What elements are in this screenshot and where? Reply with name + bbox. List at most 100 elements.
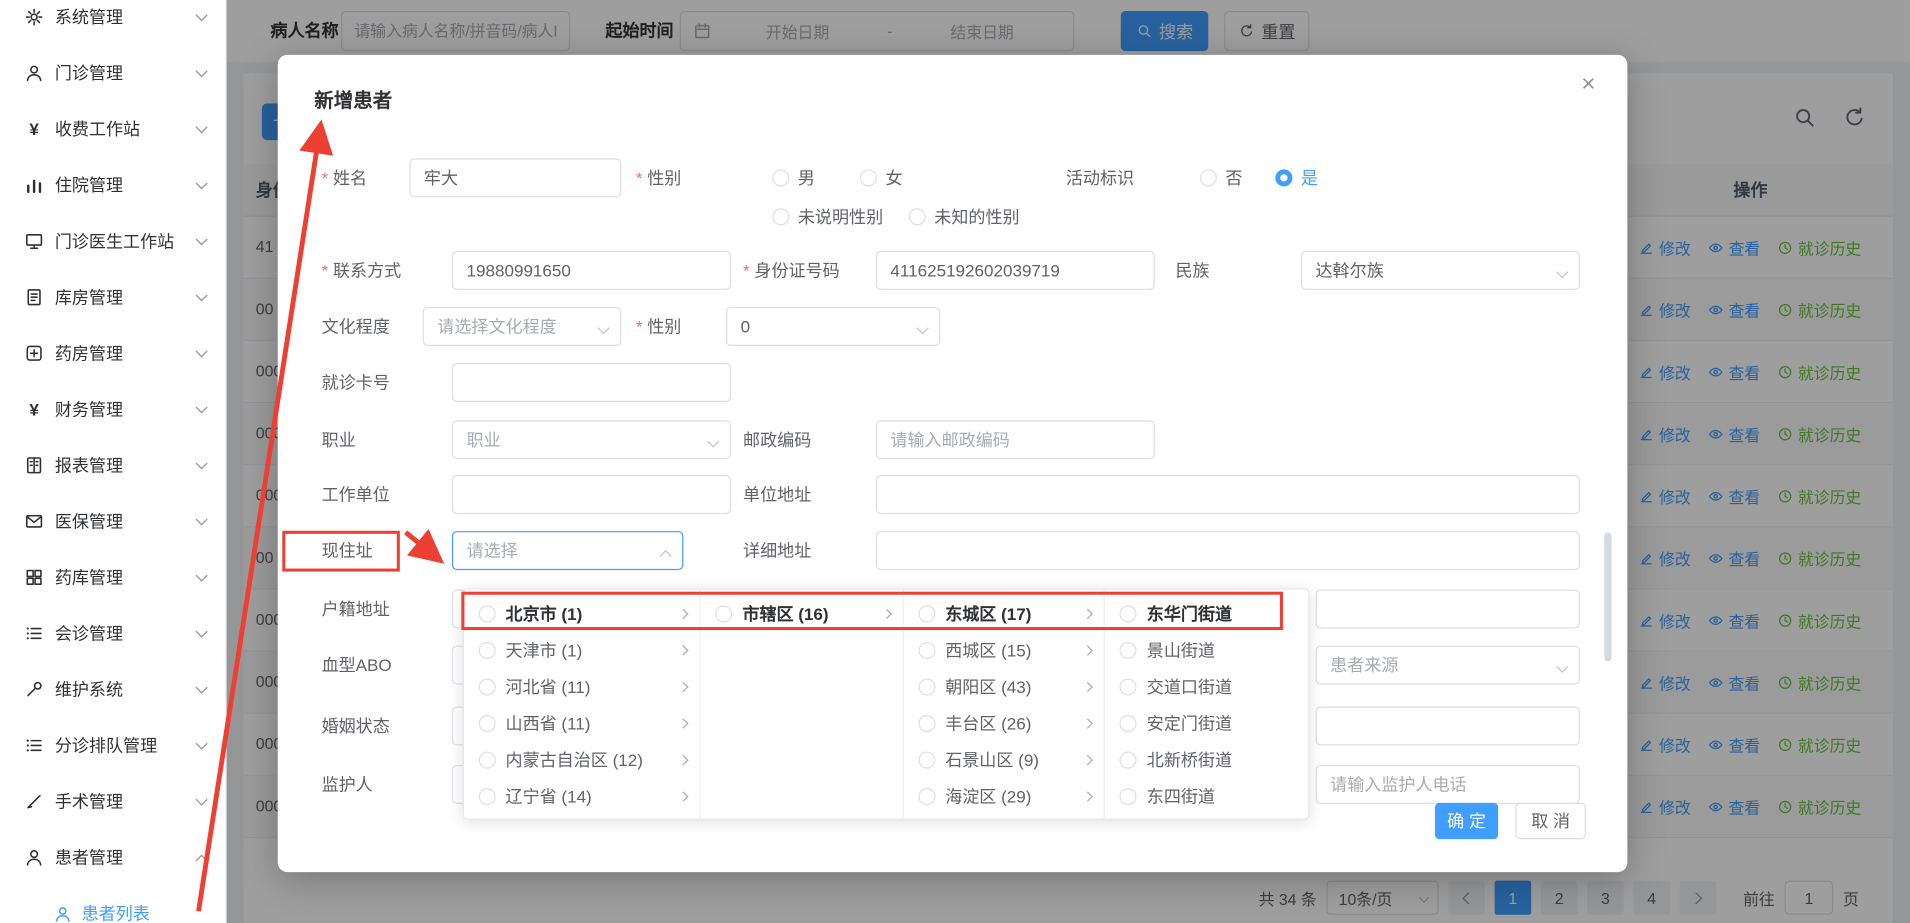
cascader-item-label: 东四街道: [1147, 784, 1215, 808]
postcode-input[interactable]: [876, 420, 1155, 459]
sidebar-item-label: 分诊排队管理: [55, 733, 198, 757]
patient-source-select[interactable]: 患者来源: [1316, 646, 1580, 685]
sidebar-item-label: 住院管理: [55, 173, 198, 197]
radio-circle-icon: [909, 208, 926, 225]
user-icon: [24, 63, 43, 82]
cascader-item-dongsi[interactable]: 东四街道: [1105, 778, 1308, 815]
sidebar-item-consultation-mgmt[interactable]: 会诊管理: [0, 605, 225, 661]
cascader-item-dongcheng[interactable]: 东城区 (17): [904, 596, 1104, 633]
occupation-select[interactable]: 职业: [452, 420, 731, 459]
confirm-button[interactable]: 确 定: [1435, 803, 1498, 840]
sidebar-item-maintain-system[interactable]: 维护系统: [0, 661, 225, 717]
radio-circle-icon: [772, 208, 789, 225]
cascader-item-liaoning[interactable]: 辽宁省 (14): [464, 778, 700, 815]
radio-active-yes[interactable]: 是: [1275, 158, 1318, 197]
sidebar: 系统管理 门诊管理 ¥收费工作站 住院管理 门诊医生工作站 库房管理 药房管理 …: [0, 0, 227, 923]
chevron-right-icon: [679, 609, 689, 619]
radio-gender-unknown[interactable]: 未知的性别: [909, 197, 1020, 236]
cascader-item-donghuamen[interactable]: 东华门街道: [1105, 596, 1308, 633]
radio-circle-icon: [918, 678, 935, 695]
modal-scrollbar-thumb[interactable]: [1604, 532, 1611, 661]
sidebar-item-patient-list[interactable]: 患者列表: [0, 886, 225, 923]
radio-selected-icon: [1275, 169, 1292, 186]
guardian-phone-input[interactable]: [1316, 765, 1580, 804]
sidebar-item-outpatient-mgmt[interactable]: 门诊管理: [0, 45, 225, 101]
cascader-item-label: 景山街道: [1147, 638, 1215, 662]
cascader-item-beijing[interactable]: 北京市 (1): [464, 596, 700, 633]
radio-female[interactable]: 女: [860, 158, 903, 197]
cascader-item-shanxi[interactable]: 山西省 (11): [464, 705, 700, 742]
cancel-button[interactable]: 取 消: [1515, 803, 1586, 840]
sidebar-item-inpatient-mgmt[interactable]: 住院管理: [0, 157, 225, 213]
chevron-right-icon: [679, 791, 689, 801]
radio-circle-icon: [479, 752, 496, 769]
cascader-item-chaoyang[interactable]: 朝阳区 (43): [904, 669, 1104, 706]
current-address-select[interactable]: 请选择: [452, 531, 683, 570]
radio-gender-unstated[interactable]: 未说明性别: [772, 197, 883, 236]
nation-label: 民族: [1175, 251, 1209, 290]
cascader-item-label: 东城区 (17): [945, 602, 1031, 626]
cascader-item-beixinqiao[interactable]: 北新桥街道: [1105, 742, 1308, 779]
scalpel-icon: [24, 792, 43, 811]
cascader-item-label: 河北省 (11): [506, 675, 591, 699]
cascader-item-label: 石景山区 (9): [945, 748, 1039, 772]
detail-address-input[interactable]: [876, 531, 1580, 570]
chevron-down-icon: [917, 322, 929, 334]
queue-icon: [24, 736, 43, 755]
radio-label: 未说明性别: [798, 205, 883, 229]
postcode-label: 邮政编码: [743, 420, 811, 459]
app-stage: 系统管理 门诊管理 ¥收费工作站 住院管理 门诊医生工作站 库房管理 药房管理 …: [0, 0, 1910, 923]
sidebar-item-label: 医保管理: [55, 509, 198, 533]
id-number-input[interactable]: [876, 251, 1155, 290]
sidebar-item-triage-queue-mgmt[interactable]: 分诊排队管理: [0, 717, 225, 773]
sidebar-item-finance-mgmt[interactable]: ¥财务管理: [0, 381, 225, 437]
name-input[interactable]: [409, 158, 621, 197]
sidebar-item-warehouse-mgmt[interactable]: 库房管理: [0, 269, 225, 325]
cascader-item-label: 天津市 (1): [506, 638, 583, 662]
radio-circle-icon: [479, 605, 496, 622]
gender-code-select[interactable]: 0: [726, 307, 940, 346]
radio-active-no[interactable]: 否: [1200, 158, 1243, 197]
cascader-item-xicheng[interactable]: 西城区 (15): [904, 632, 1104, 669]
nation-select[interactable]: 达斡尔族: [1301, 251, 1580, 290]
household-detail-input[interactable]: [1316, 590, 1580, 629]
radio-circle-icon: [918, 788, 935, 805]
radio-circle-icon: [1120, 715, 1137, 732]
sidebar-item-charging-station[interactable]: ¥收费工作站: [0, 101, 225, 157]
patient-source-placeholder: 患者来源: [1330, 653, 1398, 677]
sidebar-item-label: 药房管理: [55, 341, 198, 365]
sidebar-item-insurance-mgmt[interactable]: 医保管理: [0, 493, 225, 549]
cascader-item-hebei[interactable]: 河北省 (11): [464, 669, 700, 706]
cascader-item-jiaodaokou[interactable]: 交道口街道: [1105, 669, 1308, 706]
work-unit-input[interactable]: [452, 475, 731, 514]
cascader-province-column: 北京市 (1) 天津市 (1) 河北省 (11) 山西省 (11) 内蒙古自治区…: [464, 590, 701, 819]
unit-address-input[interactable]: [876, 475, 1580, 514]
contact-label: 联系方式: [322, 251, 402, 290]
cascader-item-jingshan[interactable]: 景山街道: [1105, 632, 1308, 669]
cascader-item-label: 安定门街道: [1147, 711, 1232, 735]
cascader-item-fengtai[interactable]: 丰台区 (26): [904, 705, 1104, 742]
cascader-item-shijingshan[interactable]: 石景山区 (9): [904, 742, 1104, 779]
sidebar-item-system-mgmt[interactable]: 系统管理: [0, 0, 225, 45]
marital-extra-input[interactable]: [1316, 706, 1580, 745]
chevron-down-icon: [196, 121, 208, 133]
cascader-item-shixiaqu[interactable]: 市辖区 (16): [701, 596, 903, 633]
radio-label: 是: [1301, 166, 1318, 190]
card-no-input[interactable]: [452, 363, 731, 402]
report-icon: [24, 456, 43, 475]
sidebar-item-pharmacy-mgmt[interactable]: 药房管理: [0, 325, 225, 381]
sidebar-item-drug-storage-mgmt[interactable]: 药库管理: [0, 549, 225, 605]
cascader-item-neimenggu[interactable]: 内蒙古自治区 (12): [464, 742, 700, 779]
cascader-item-tianjin[interactable]: 天津市 (1): [464, 632, 700, 669]
radio-circle-icon: [860, 169, 877, 186]
cascader-item-andingmen[interactable]: 安定门街道: [1105, 705, 1308, 742]
education-select[interactable]: 请选择文化程度: [423, 307, 622, 346]
cascader-item-haidian[interactable]: 海淀区 (29): [904, 778, 1104, 815]
contact-input[interactable]: [452, 251, 731, 290]
sidebar-item-report-mgmt[interactable]: 报表管理: [0, 437, 225, 493]
radio-male[interactable]: 男: [772, 158, 815, 197]
sidebar-item-doctor-station[interactable]: 门诊医生工作站: [0, 213, 225, 269]
sidebar-item-patient-mgmt[interactable]: 患者管理: [0, 830, 225, 886]
close-icon[interactable]: ×: [1571, 67, 1605, 101]
sidebar-item-surgery-mgmt[interactable]: 手术管理: [0, 773, 225, 829]
